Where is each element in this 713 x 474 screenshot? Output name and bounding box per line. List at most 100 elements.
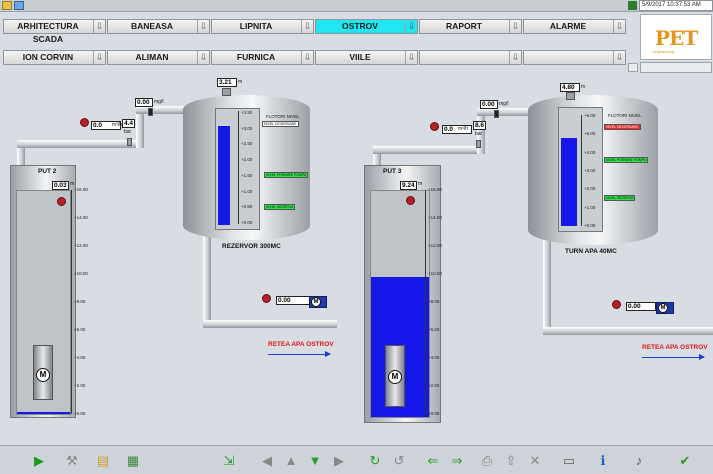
chevron-down-icon: ⇩ — [197, 20, 209, 33]
scale-tick-label: +1.50 — [241, 172, 253, 178]
pressure-sensor-icon — [476, 140, 481, 148]
nav-button-viile[interactable]: VIILE ⇩ — [315, 50, 418, 65]
float-badge-pump-start: NIVEL PORNIRE POMPA — [264, 172, 309, 178]
radar-sensor-icon — [566, 92, 575, 100]
import-icon[interactable]: ⇲ — [220, 452, 238, 470]
logo-subtext: engineering — [653, 49, 674, 54]
tank-name: REZERVOR 300MC — [222, 243, 281, 250]
panel-toggle-button[interactable] — [628, 63, 638, 72]
nav-button-ostrov[interactable]: OSTROV ⇩ — [315, 19, 418, 34]
pressure-unit: bar — [475, 131, 483, 137]
screen-icon[interactable]: ▭ — [560, 452, 578, 470]
title-bar — [0, 0, 713, 12]
scale-tick-label: +15.00 — [428, 187, 442, 192]
scale-tick-label: +6.00 — [584, 113, 596, 118]
logo-text: PET — [655, 26, 698, 50]
float-badge-reserve: NIVEL REZERVA — [604, 195, 636, 201]
scale-tick-label: +8.00 — [74, 299, 86, 304]
nav-button-ion-corvin[interactable]: ION CORVIN ⇩ — [3, 50, 106, 65]
nav-button-lipnita[interactable]: LIPNITA ⇩ — [211, 19, 314, 34]
document-icon[interactable]: ▦ — [124, 452, 142, 470]
arrow-right-icon[interactable]: ▶ — [330, 452, 348, 470]
network-label: RETEA APA OSTROV — [642, 344, 708, 351]
arrow-down-icon[interactable]: ▼ — [306, 452, 324, 470]
nav-button-furnica[interactable]: FURNICA ⇩ — [211, 50, 314, 65]
nav-button-baneasa[interactable]: BANEASA ⇩ — [107, 19, 210, 34]
scale-tick-label: +12.00 — [428, 243, 442, 248]
scale-tick-label: +2.00 — [428, 383, 440, 388]
float-badge-overflow: NIVEL DEVERSARE — [262, 121, 299, 127]
datetime-display: 5/9/2017 10:37:53 AM — [639, 0, 713, 11]
chevron-down-icon: ⇩ — [93, 20, 105, 33]
arrow-up-icon[interactable]: ▲ — [282, 452, 300, 470]
motor-icon[interactable]: M — [658, 303, 668, 313]
flow-unit: m³/h — [112, 122, 122, 128]
tank-level-value: 3.21 — [217, 78, 237, 87]
refresh-alt-icon[interactable]: ↺ — [390, 452, 408, 470]
well-level-value: 9.24 — [400, 181, 417, 190]
chlorine-value: 0.00 — [480, 100, 498, 109]
scale-tick-label: +3.00 — [584, 168, 596, 173]
nav-button-alarme[interactable]: ALARME ⇩ — [523, 19, 626, 34]
export-icon[interactable]: ⇪ — [502, 452, 520, 470]
motor-icon[interactable]: M — [388, 370, 402, 384]
scale-tick-label: +4.00 — [428, 355, 440, 360]
refresh-icon[interactable]: ↻ — [366, 452, 384, 470]
nav-button-aliman[interactable]: ALIMAN ⇩ — [107, 50, 210, 65]
well-scale — [425, 190, 426, 415]
scale-tick-label: +6.00 — [428, 327, 440, 332]
float-badge-overflow: NIVEL DEVERSARE — [604, 124, 641, 130]
motor-icon[interactable]: M — [36, 368, 50, 382]
nav-button-arhitectura-scada[interactable]: ARHITECTURA SCADA ⇩ — [3, 19, 106, 44]
tools-icon[interactable]: ⚒ — [63, 452, 81, 470]
chevron-down-icon: ⇩ — [93, 51, 105, 64]
play-icon[interactable]: ▶ — [30, 452, 48, 470]
scale-tick-label: +5.00 — [584, 131, 596, 137]
motor-icon[interactable]: M — [311, 297, 321, 307]
scale-tick-label: +3.00 — [241, 125, 253, 131]
nav-button-empty-2[interactable]: ⇩ — [523, 50, 626, 65]
scale-tick-label: +2.00 — [584, 186, 596, 192]
note-icon[interactable]: ▤ — [94, 452, 112, 470]
scale-tick-label: +2.00 — [74, 383, 86, 388]
float-badge-reserve: NIVEL REZERVA — [264, 204, 296, 210]
chevron-down-icon: ⇩ — [509, 20, 521, 33]
out-flow-value: 0.00 — [276, 296, 311, 305]
sound-icon[interactable]: ♪ — [630, 452, 648, 470]
print-icon[interactable]: ⎙ — [478, 452, 496, 470]
scale-tick-label: +10.00 — [428, 271, 442, 276]
bottom-toolbar: ▶ ⚒ ▤ ▦ ⇲ ◀ ▲ ▼ ▶ ↻ ↺ ⇐ ⇒ ⎙ ⇪ ✕ ▭ ℹ ♪ ✔ — [0, 445, 713, 474]
scale-tick-label: +15.00 — [74, 187, 88, 192]
flow-sensor-icon — [262, 294, 271, 303]
tank-level-value: 4.80 — [560, 83, 580, 92]
scale-tick-label: +12.00 — [74, 243, 88, 248]
check-icon[interactable]: ✔ — [676, 452, 694, 470]
nav-button-raport[interactable]: RAPORT ⇩ — [419, 19, 522, 34]
pipe — [17, 140, 142, 148]
chevron-down-icon: ⇩ — [301, 51, 313, 64]
info-icon[interactable]: ℹ — [594, 452, 612, 470]
scale-tick-label: +4.00 — [584, 149, 596, 155]
chevron-down-icon: ⇩ — [405, 20, 417, 33]
scale-tick-label: +0.00 — [74, 411, 86, 416]
float-title: FLOTORI NIVEL — [608, 113, 642, 118]
flow-sensor-icon — [430, 122, 439, 131]
network-label: RETEA APA OSTROV — [268, 341, 334, 348]
chlorine-sensor-icon — [148, 108, 153, 116]
arrow-left-icon[interactable]: ◀ — [258, 452, 276, 470]
scale-tick-label: +2.00 — [241, 157, 253, 163]
chevron-down-icon: ⇩ — [405, 51, 417, 64]
move-left-icon[interactable]: ⇐ — [424, 452, 442, 470]
delete-icon[interactable]: ✕ — [526, 452, 544, 470]
scale-tick-label: +14.00 — [74, 215, 88, 220]
status-field — [640, 62, 712, 73]
tank-scale — [238, 111, 239, 224]
chlorine-unit: mg/l — [154, 99, 164, 105]
clock-icon — [628, 1, 637, 10]
well-name: PUT 2 — [38, 168, 57, 175]
nav-button-empty-1[interactable]: ⇩ — [419, 50, 522, 65]
level-sensor-icon — [406, 196, 415, 205]
tank-scale — [581, 115, 582, 226]
tank-water-level — [561, 138, 577, 226]
move-right-icon[interactable]: ⇒ — [448, 452, 466, 470]
